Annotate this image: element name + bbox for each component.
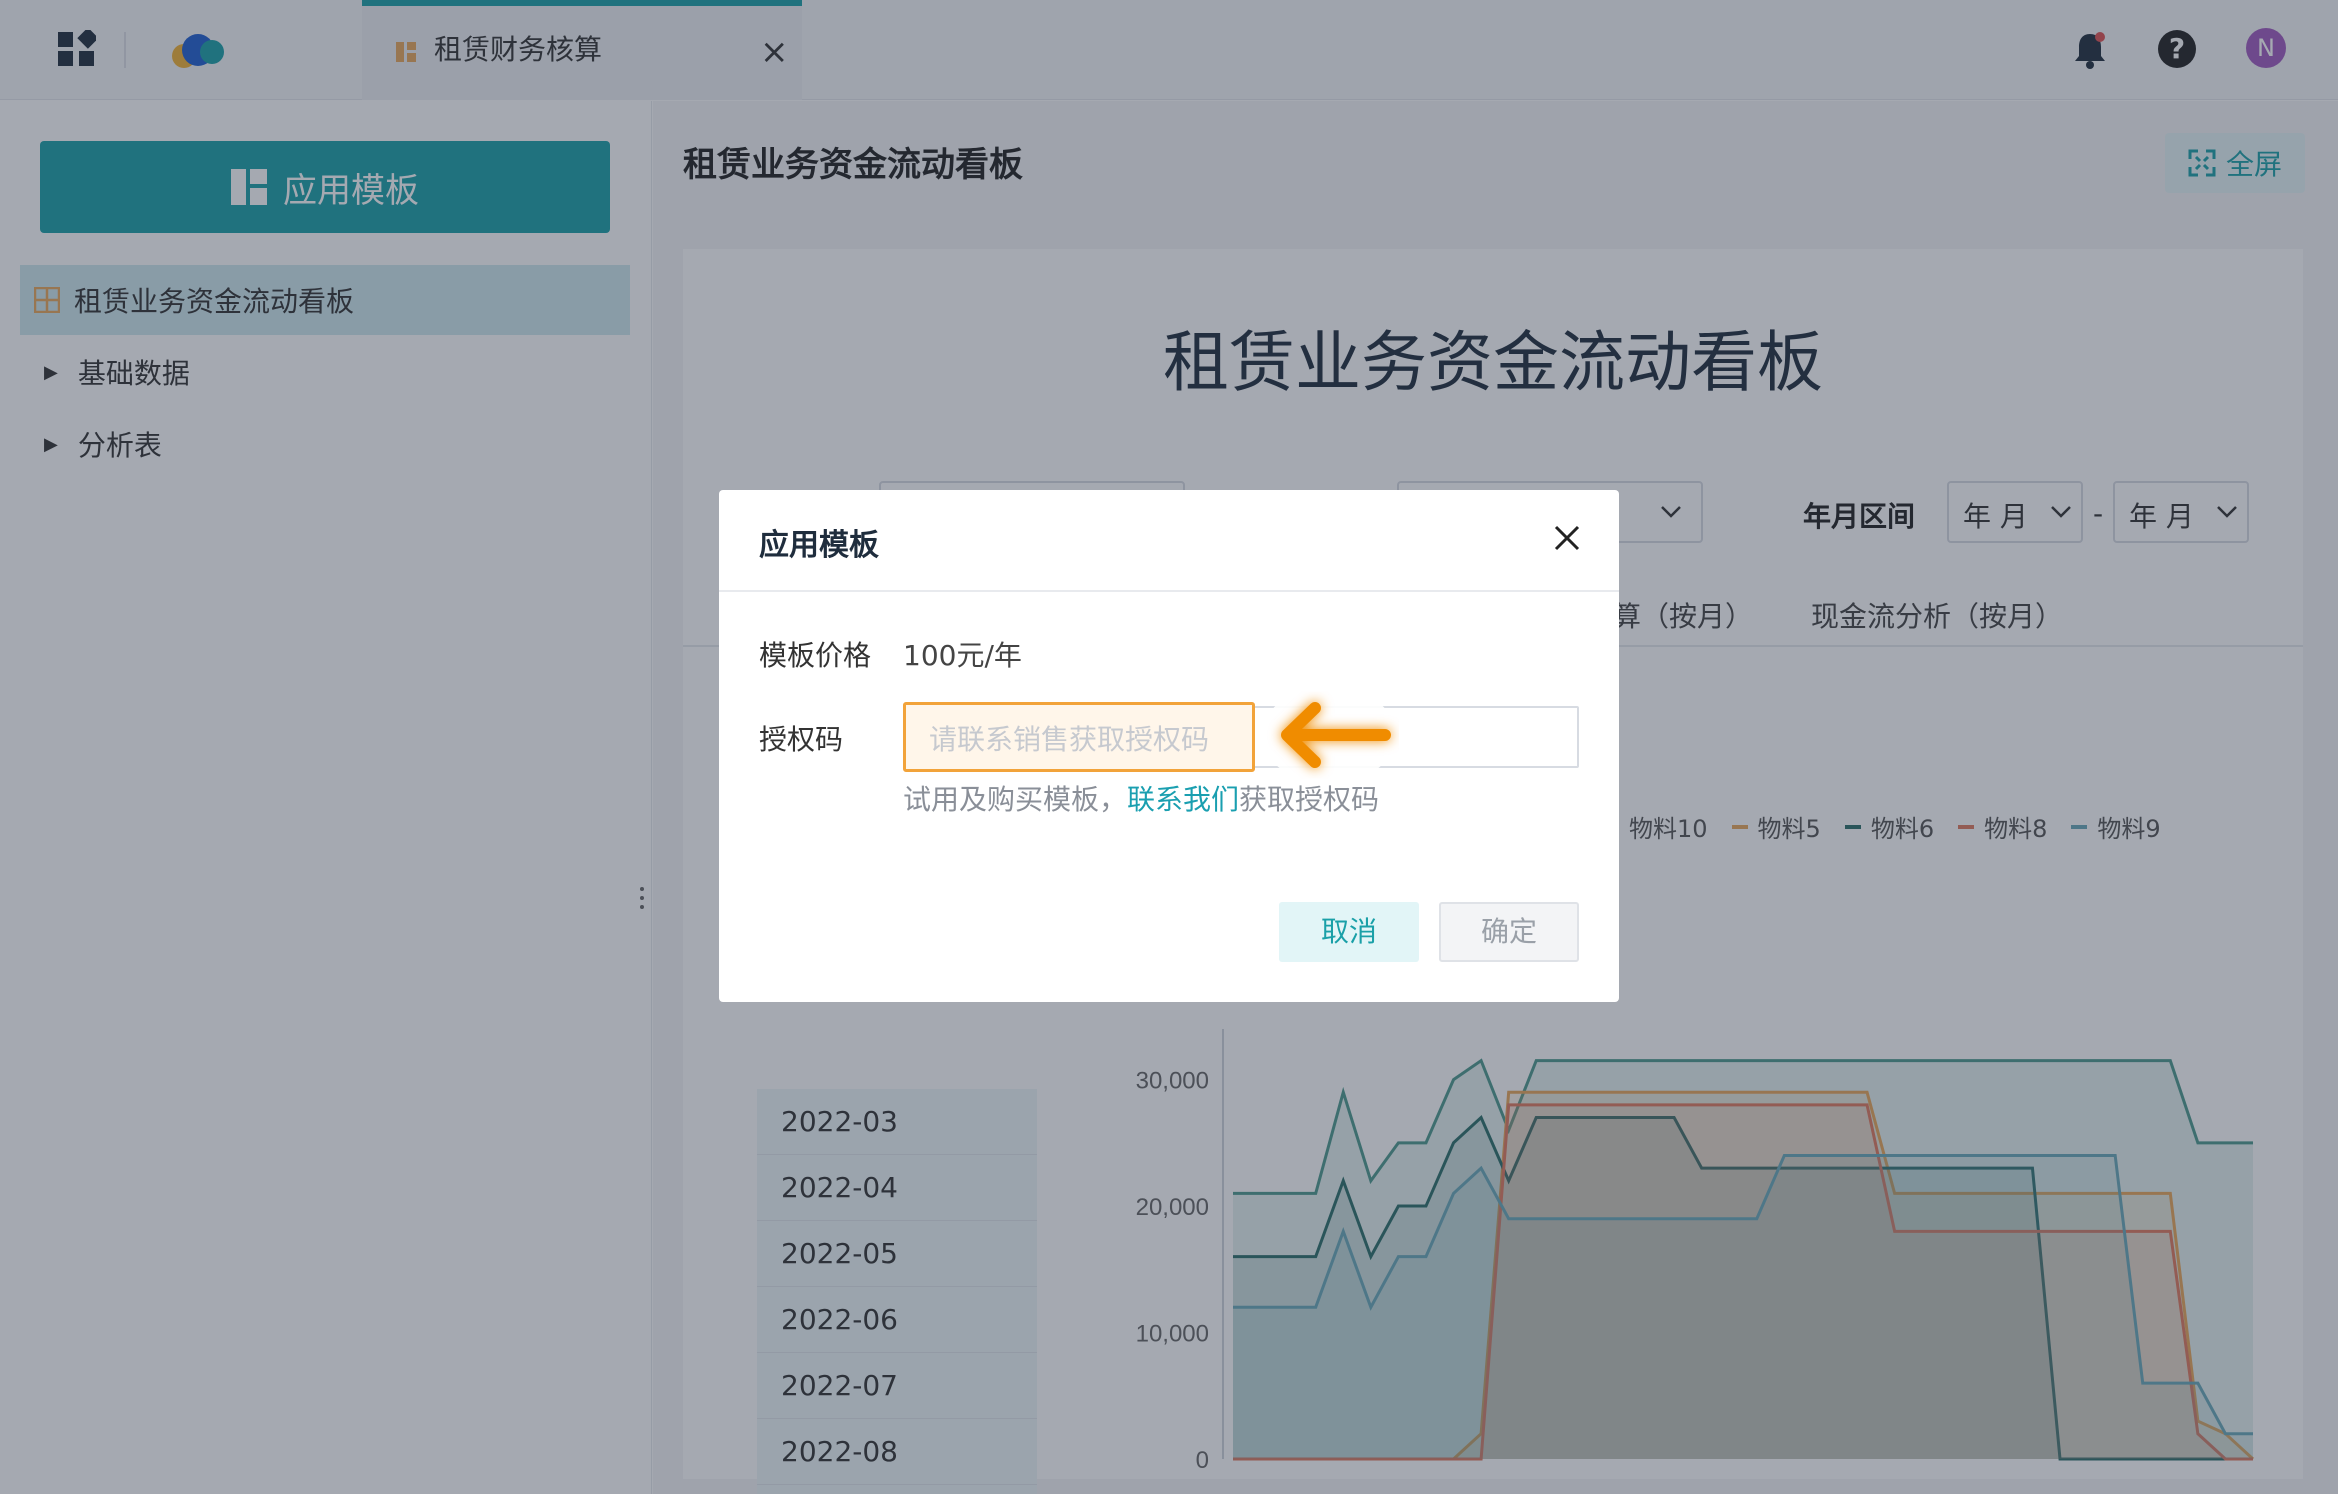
license-code-placeholder: 请联系销售获取授权码 <box>929 723 1210 756</box>
contact-us-link[interactable]: 联系我们 <box>1127 783 1239 816</box>
dialog-title: 应用模板 <box>759 528 879 563</box>
hint-suffix: 获取授权码 <box>1239 783 1380 816</box>
price-value: 100元/年 <box>903 639 1022 672</box>
code-label: 授权码 <box>759 723 844 756</box>
apply-template-dialog: 应用模板 模板价格 100元/年 授权码 请联系销售获取授权码 试用及购买模板，… <box>719 490 1619 1002</box>
cancel-button[interactable]: 取消 <box>1279 902 1419 962</box>
dialog-header: 应用模板 <box>719 490 1619 592</box>
hint-prefix: 试用及购买模板， <box>903 783 1128 816</box>
price-label: 模板价格 <box>759 639 872 672</box>
arrow-left-icon <box>1263 685 1395 785</box>
close-icon[interactable] <box>1549 520 1585 556</box>
license-hint: 试用及购买模板，联系我们获取授权码 <box>903 778 1379 818</box>
confirm-button[interactable]: 确定 <box>1439 902 1579 962</box>
